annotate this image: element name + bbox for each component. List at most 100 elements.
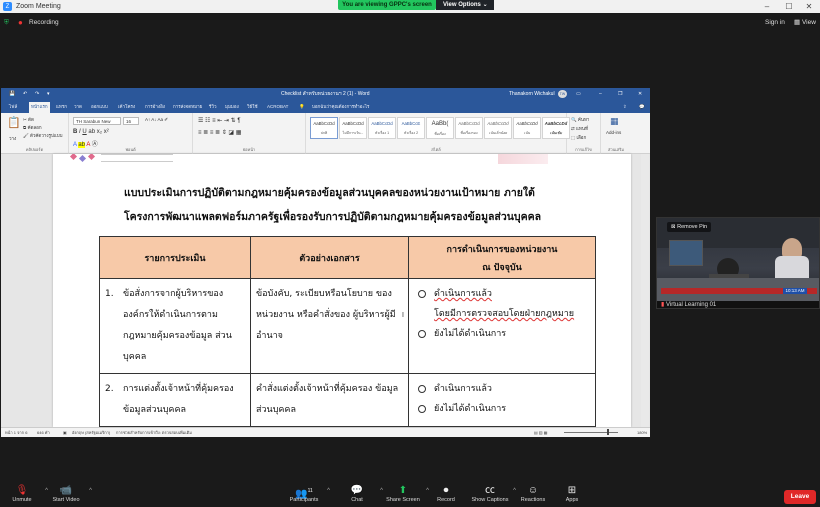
- tab-design[interactable]: ออกแบบ: [89, 102, 110, 113]
- font-name-select[interactable]: TH Sarabun New: [73, 117, 121, 125]
- participant-video-tile[interactable]: 10:13 AM ⊠ Remove Pin ▮ Virtual Learning…: [656, 217, 820, 309]
- page-count[interactable]: หน้า 1 จาก 6: [5, 428, 27, 437]
- save-icon[interactable]: 💾: [9, 88, 15, 100]
- tab-view[interactable]: มุมมอง: [223, 102, 241, 113]
- paste-label[interactable]: วาง: [9, 135, 16, 142]
- meeting-top-bar: ⛨ ● Recording Sign in ▦ View: [0, 13, 820, 33]
- checkbox-circle-icon[interactable]: [418, 385, 426, 393]
- user-avatar[interactable]: TW: [558, 90, 567, 98]
- style-no-spacing[interactable]: AaBbCcDd ไม่มีการเว้น...: [339, 117, 367, 139]
- recording-label: Recording: [29, 19, 59, 26]
- participant-name: Virtual Learning 01: [665, 302, 717, 308]
- chevron-up-icon[interactable]: ^: [89, 488, 92, 494]
- zoom-slider[interactable]: [564, 432, 618, 433]
- view-mode-icons[interactable]: ▤ ▥ ▦: [534, 428, 548, 437]
- clipboard-group: 📋 วาง ✂ ตัด ⧉ คัดลอก 🖌 ตัวคัดวางรูปแบบ ค…: [1, 113, 69, 154]
- replace-button[interactable]: ⇄ แทนที่: [571, 125, 588, 132]
- word-close-icon[interactable]: ✕: [638, 88, 642, 100]
- undo-icon[interactable]: ↶: [23, 88, 27, 100]
- start-video-button[interactable]: 📹 Start Video ^: [38, 485, 94, 503]
- proofing-icon[interactable]: ▣: [63, 428, 67, 437]
- option-done[interactable]: ดำเนินการแล้ว: [414, 284, 590, 304]
- style-subtitle[interactable]: AaBbCcDd ชื่อเรื่องรอง: [455, 117, 483, 139]
- option-not-done[interactable]: ยังไม่ได้ดำเนินการ: [414, 324, 590, 344]
- style-normal[interactable]: AaBbCcDd ปกติ: [310, 117, 338, 139]
- word-count[interactable]: 646 คำ: [37, 428, 50, 437]
- tab-mailings[interactable]: การส่งจดหมาย: [171, 102, 204, 113]
- word-restore-icon[interactable]: ❐: [618, 88, 622, 100]
- font-group: TH Sarabun New 16 A↑ A↓ Aa ✐ B I U ab x₂…: [69, 113, 193, 154]
- checkbox-circle-icon[interactable]: [418, 290, 426, 298]
- list-buttons[interactable]: ☰ ☷ ≡ ⇤ ⇥ ⇅ ¶: [198, 117, 241, 124]
- remove-pin-button[interactable]: ⊠ Remove Pin: [667, 222, 712, 232]
- document-page[interactable]: แบบประเมินการปฏิบัติตามกฎหมายคุ้มครองข้อ…: [53, 154, 631, 427]
- zoom-slider-thumb[interactable]: [607, 429, 609, 435]
- quick-access-icon[interactable]: ▾: [47, 88, 50, 100]
- clipboard-group-label: คลิปบอร์ด: [25, 147, 44, 152]
- tab-help[interactable]: วิธีใช้: [245, 102, 260, 113]
- assessment-table: รายการประเมิน ตัวอย่างเอกสาร การดำเนินกา…: [99, 236, 596, 427]
- sign-in-link[interactable]: Sign in: [765, 17, 785, 29]
- shield-icon[interactable]: ⛨: [4, 17, 9, 29]
- recording-icon: ●: [18, 18, 23, 27]
- zoom-percent[interactable]: 180%: [637, 428, 647, 437]
- find-button[interactable]: 🔍 ค้นหา: [571, 116, 589, 123]
- tab-references[interactable]: การอ้างอิง: [143, 102, 167, 113]
- maximize-icon[interactable]: ☐: [778, 0, 800, 13]
- vertical-scrollbar[interactable]: [641, 154, 649, 427]
- share-icon[interactable]: ⇪: [621, 102, 629, 113]
- tab-home[interactable]: หน้าแรก: [29, 102, 50, 113]
- align-buttons[interactable]: ≡ ≣ ≡ ≣ ⇕ ◪ ▦: [198, 129, 241, 136]
- grow-font-icon[interactable]: A↑ A↓ Aa ✐: [145, 117, 168, 123]
- tab-review[interactable]: รีวิว: [207, 102, 218, 113]
- ribbon-options-icon[interactable]: ▭: [576, 88, 581, 100]
- tell-me-search[interactable]: บอกฉันว่าคุณต้องการทำอะไร: [310, 102, 371, 113]
- view-grid-icon: ▦: [794, 19, 801, 26]
- unmute-label: Unmute: [12, 497, 32, 503]
- participants-button[interactable]: 👥11 Participants ^: [276, 485, 332, 503]
- style-emphasis[interactable]: AaBbCcDd เน้น: [513, 117, 541, 139]
- style-name: ชื่อเรื่องรอง: [460, 131, 478, 135]
- style-subtle-emphasis[interactable]: AaBbCcDd เน้นเล็กน้อย: [484, 117, 512, 139]
- format-painter-button[interactable]: 🖌 ตัวคัดวางรูปแบบ: [23, 132, 63, 139]
- tab-file[interactable]: ไฟล์: [7, 102, 19, 113]
- paste-icon[interactable]: 📋: [7, 116, 21, 129]
- show-captions-label: Show Captions: [471, 497, 509, 503]
- copy-button[interactable]: ⧉ คัดลอก: [23, 124, 42, 131]
- language[interactable]: อังกฤษ (สหรัฐอเมริกา): [72, 428, 110, 437]
- tab-acrobat[interactable]: ACROBAT: [265, 102, 290, 113]
- font-size-select[interactable]: 16: [123, 117, 139, 125]
- addins-icon[interactable]: ▦: [610, 116, 619, 127]
- style-heading-1[interactable]: AaBbCcDd หัวเรื่อง 1: [368, 117, 396, 139]
- editing-group: 🔍 ค้นหา ⇄ แทนที่ ⬚ เลือก การแก้ไข: [567, 113, 601, 154]
- view-button[interactable]: ▦ View: [794, 17, 816, 29]
- comments-icon[interactable]: 💬: [637, 102, 647, 113]
- apps-button[interactable]: ⊞ Apps: [544, 485, 600, 503]
- checkbox-circle-icon[interactable]: [418, 405, 426, 413]
- record-label: Record: [437, 497, 455, 503]
- redo-icon[interactable]: ↷: [35, 88, 39, 100]
- tab-layout[interactable]: เค้าโครง: [116, 102, 137, 113]
- header-assessment-item: รายการประเมิน: [99, 236, 251, 279]
- checkbox-circle-icon[interactable]: [418, 330, 426, 338]
- option-done[interactable]: ดำเนินการแล้ว: [414, 379, 590, 399]
- style-title[interactable]: AaBb(ชื่อเรื่อง: [426, 117, 454, 139]
- close-icon[interactable]: ✕: [798, 0, 820, 13]
- style-heading-2[interactable]: AaBbCcE หัวเรื่อง 2: [397, 117, 425, 139]
- minimize-icon[interactable]: –: [756, 0, 778, 13]
- leave-button[interactable]: Leave: [784, 490, 816, 504]
- font-format-buttons[interactable]: B I U ab x₂ x²: [73, 129, 109, 135]
- view-options-button[interactable]: View Options ⌄: [436, 0, 494, 10]
- word-minimize-icon[interactable]: –: [599, 88, 602, 100]
- option-not-done[interactable]: ยังไม่ได้ดำเนินการ: [414, 399, 590, 419]
- accessibility-status[interactable]: การช่วยสำหรับการเข้าถึง: ตรวจสอบเพิ่มเติ…: [116, 428, 192, 437]
- select-button[interactable]: ⬚ เลือก: [571, 134, 586, 141]
- style-intense-emphasis[interactable]: AaBbCcDd เน้นเข้ม: [542, 117, 570, 139]
- cut-button[interactable]: ✂ ตัด: [23, 116, 34, 123]
- reactions-label: Reactions: [520, 497, 546, 503]
- tab-insert[interactable]: แทรก: [54, 102, 69, 113]
- zoom-logo-icon: Z: [3, 2, 12, 11]
- addins-button[interactable]: Add-ins: [606, 130, 621, 135]
- style-name: ชื่อเรื่อง: [434, 132, 446, 136]
- tab-draw[interactable]: วาด: [72, 102, 84, 113]
